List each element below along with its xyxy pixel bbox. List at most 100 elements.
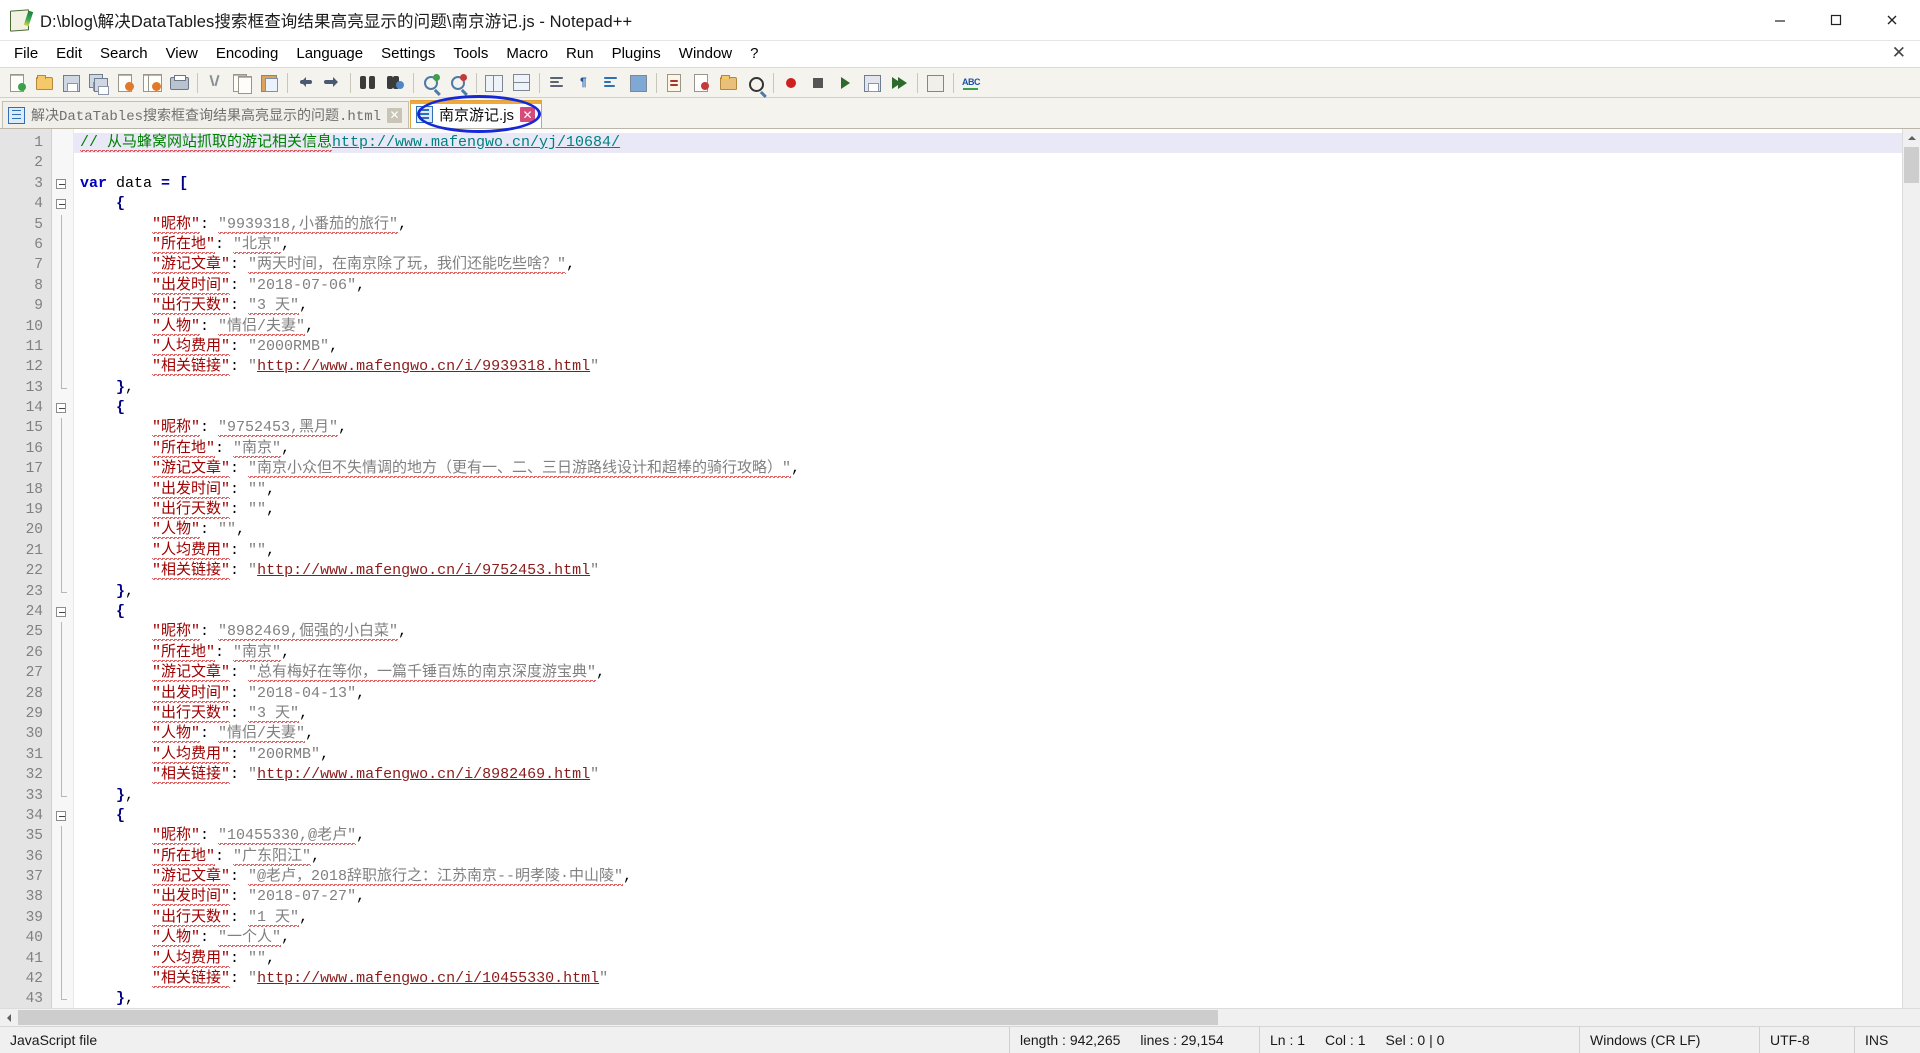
macro-play-icon[interactable]	[832, 70, 858, 95]
code-line[interactable]: },	[74, 378, 1902, 398]
code-text-area[interactable]: // 从马蜂窝网站抓取的游记相关信息http://www.mafengwo.cn…	[74, 129, 1902, 1008]
menu-edit[interactable]: Edit	[47, 42, 91, 66]
run-icon[interactable]	[922, 70, 948, 95]
code-line[interactable]: "人物": "一个人",	[74, 928, 1902, 948]
menu-view[interactable]: View	[157, 42, 207, 66]
menu-window[interactable]: Window	[670, 42, 741, 66]
tab-html-document[interactable]: 解决DataTables搜索框查询结果高亮显示的问题.html ✕	[2, 101, 410, 128]
code-line[interactable]: "相关链接": "http://www.mafengwo.cn/i/104553…	[74, 969, 1902, 989]
code-line[interactable]: },	[74, 989, 1902, 1008]
ui-userdefined-icon[interactable]	[625, 70, 651, 95]
zoom-out-icon[interactable]	[445, 70, 471, 95]
code-line[interactable]: "相关链接": "http://www.mafengwo.cn/i/975245…	[74, 561, 1902, 581]
code-line[interactable]: "人物": "情侣/夫妻",	[74, 317, 1902, 337]
tab-close-icon[interactable]: ✕	[387, 107, 403, 123]
undo-icon[interactable]	[292, 70, 318, 95]
cut-icon[interactable]	[202, 70, 228, 95]
code-line[interactable]: "人物": "",	[74, 520, 1902, 540]
menu-macro[interactable]: Macro	[497, 42, 557, 66]
code-line[interactable]: {	[74, 806, 1902, 826]
close-all-icon[interactable]	[139, 70, 165, 95]
folder-as-workspace-icon[interactable]	[715, 70, 741, 95]
paste-icon[interactable]	[256, 70, 282, 95]
function-list-icon[interactable]	[688, 70, 714, 95]
code-line[interactable]: "出发时间": "2018-07-06",	[74, 276, 1902, 296]
macro-save-icon[interactable]	[859, 70, 885, 95]
code-line[interactable]: "出发时间": "2018-04-13",	[74, 684, 1902, 704]
code-line[interactable]: var data = [	[74, 174, 1902, 194]
fold-marker[interactable]	[52, 194, 73, 214]
code-line[interactable]: "所在地": "南京",	[74, 643, 1902, 663]
code-line[interactable]: "人均费用": "",	[74, 541, 1902, 561]
scroll-left-icon[interactable]	[0, 1009, 17, 1026]
code-line[interactable]: "所在地": "广东阳江",	[74, 847, 1902, 867]
close-file-icon[interactable]	[112, 70, 138, 95]
monitoring-icon[interactable]	[742, 70, 768, 95]
find-icon[interactable]	[355, 70, 381, 95]
code-line[interactable]: "游记文章": "@老卢，2018辞职旅行之：江苏南京--明孝陵·中山陵",	[74, 867, 1902, 887]
fold-marker[interactable]	[52, 174, 73, 194]
code-line[interactable]: "昵称": "9939318,小番茄的旅行",	[74, 215, 1902, 235]
code-line[interactable]: "所在地": "南京",	[74, 439, 1902, 459]
macro-stop-icon[interactable]	[805, 70, 831, 95]
code-line[interactable]	[74, 153, 1902, 173]
fold-collapse-icon[interactable]	[56, 606, 66, 617]
new-file-icon[interactable]	[4, 70, 30, 95]
code-line[interactable]: },	[74, 582, 1902, 602]
code-line[interactable]: "昵称": "10455330,@老卢",	[74, 826, 1902, 846]
macro-run-multi-icon[interactable]	[886, 70, 912, 95]
code-line[interactable]: "相关链接": "http://www.mafengwo.cn/i/898246…	[74, 765, 1902, 785]
tab-close-icon[interactable]: ✕	[520, 107, 536, 122]
spell-check-icon[interactable]: ABC	[958, 70, 984, 95]
fold-marker[interactable]	[52, 602, 73, 622]
fold-marker[interactable]	[52, 398, 73, 418]
replace-icon[interactable]	[382, 70, 408, 95]
close-button[interactable]	[1864, 0, 1920, 40]
code-line[interactable]: "人物": "情侣/夫妻",	[74, 724, 1902, 744]
open-file-icon[interactable]	[31, 70, 57, 95]
menu-search[interactable]: Search	[91, 42, 157, 66]
code-line[interactable]: "出发时间": "",	[74, 480, 1902, 500]
copy-icon[interactable]	[229, 70, 255, 95]
code-line[interactable]: "昵称": "9752453,黑月",	[74, 418, 1902, 438]
code-line[interactable]: "出行天数": "3 天",	[74, 296, 1902, 316]
fold-marker[interactable]	[52, 806, 73, 826]
maximize-button[interactable]	[1808, 0, 1864, 40]
menu-run[interactable]: Run	[557, 42, 603, 66]
code-line[interactable]: "人均费用": "",	[74, 949, 1902, 969]
code-line[interactable]: "出发时间": "2018-07-27",	[74, 887, 1902, 907]
show-all-chars-icon[interactable]: ¶	[571, 70, 597, 95]
code-line[interactable]: "出行天数": "",	[74, 500, 1902, 520]
code-line[interactable]: {	[74, 194, 1902, 214]
sync-v-scroll-icon[interactable]	[481, 70, 507, 95]
fold-collapse-icon[interactable]	[56, 199, 66, 210]
horizontal-scroll-thumb[interactable]	[18, 1010, 1218, 1025]
menu-plugins[interactable]: Plugins	[603, 42, 670, 66]
fold-collapse-icon[interactable]	[56, 403, 66, 414]
menu-encoding[interactable]: Encoding	[207, 42, 288, 66]
code-line[interactable]: // 从马蜂窝网站抓取的游记相关信息http://www.mafengwo.cn…	[74, 133, 1902, 154]
indent-guide-icon[interactable]	[598, 70, 624, 95]
menu-language[interactable]: Language	[287, 42, 372, 66]
menu-help[interactable]: ?	[741, 42, 767, 66]
vertical-scroll-thumb[interactable]	[1904, 147, 1919, 183]
menu-tools[interactable]: Tools	[444, 42, 497, 66]
scroll-up-icon[interactable]	[1903, 129, 1920, 146]
code-line[interactable]: "游记文章": "两天时间，在南京除了玩，我们还能吃些啥？",	[74, 255, 1902, 275]
minimize-button[interactable]	[1752, 0, 1808, 40]
code-line[interactable]: "人均费用": "200RMB",	[74, 745, 1902, 765]
document-map-icon[interactable]	[661, 70, 687, 95]
code-line[interactable]: "人均费用": "2000RMB",	[74, 337, 1902, 357]
code-line[interactable]: "所在地": "北京",	[74, 235, 1902, 255]
word-wrap-icon[interactable]	[544, 70, 570, 95]
code-line[interactable]: {	[74, 398, 1902, 418]
vertical-scrollbar[interactable]	[1902, 129, 1920, 1008]
code-line[interactable]: "出行天数": "1 天",	[74, 908, 1902, 928]
horizontal-scrollbar[interactable]	[0, 1008, 1920, 1026]
code-line[interactable]: {	[74, 602, 1902, 622]
code-line[interactable]: "相关链接": "http://www.mafengwo.cn/i/993931…	[74, 357, 1902, 377]
macro-record-icon[interactable]	[778, 70, 804, 95]
print-icon[interactable]	[166, 70, 192, 95]
fold-collapse-icon[interactable]	[56, 178, 66, 189]
redo-icon[interactable]	[319, 70, 345, 95]
